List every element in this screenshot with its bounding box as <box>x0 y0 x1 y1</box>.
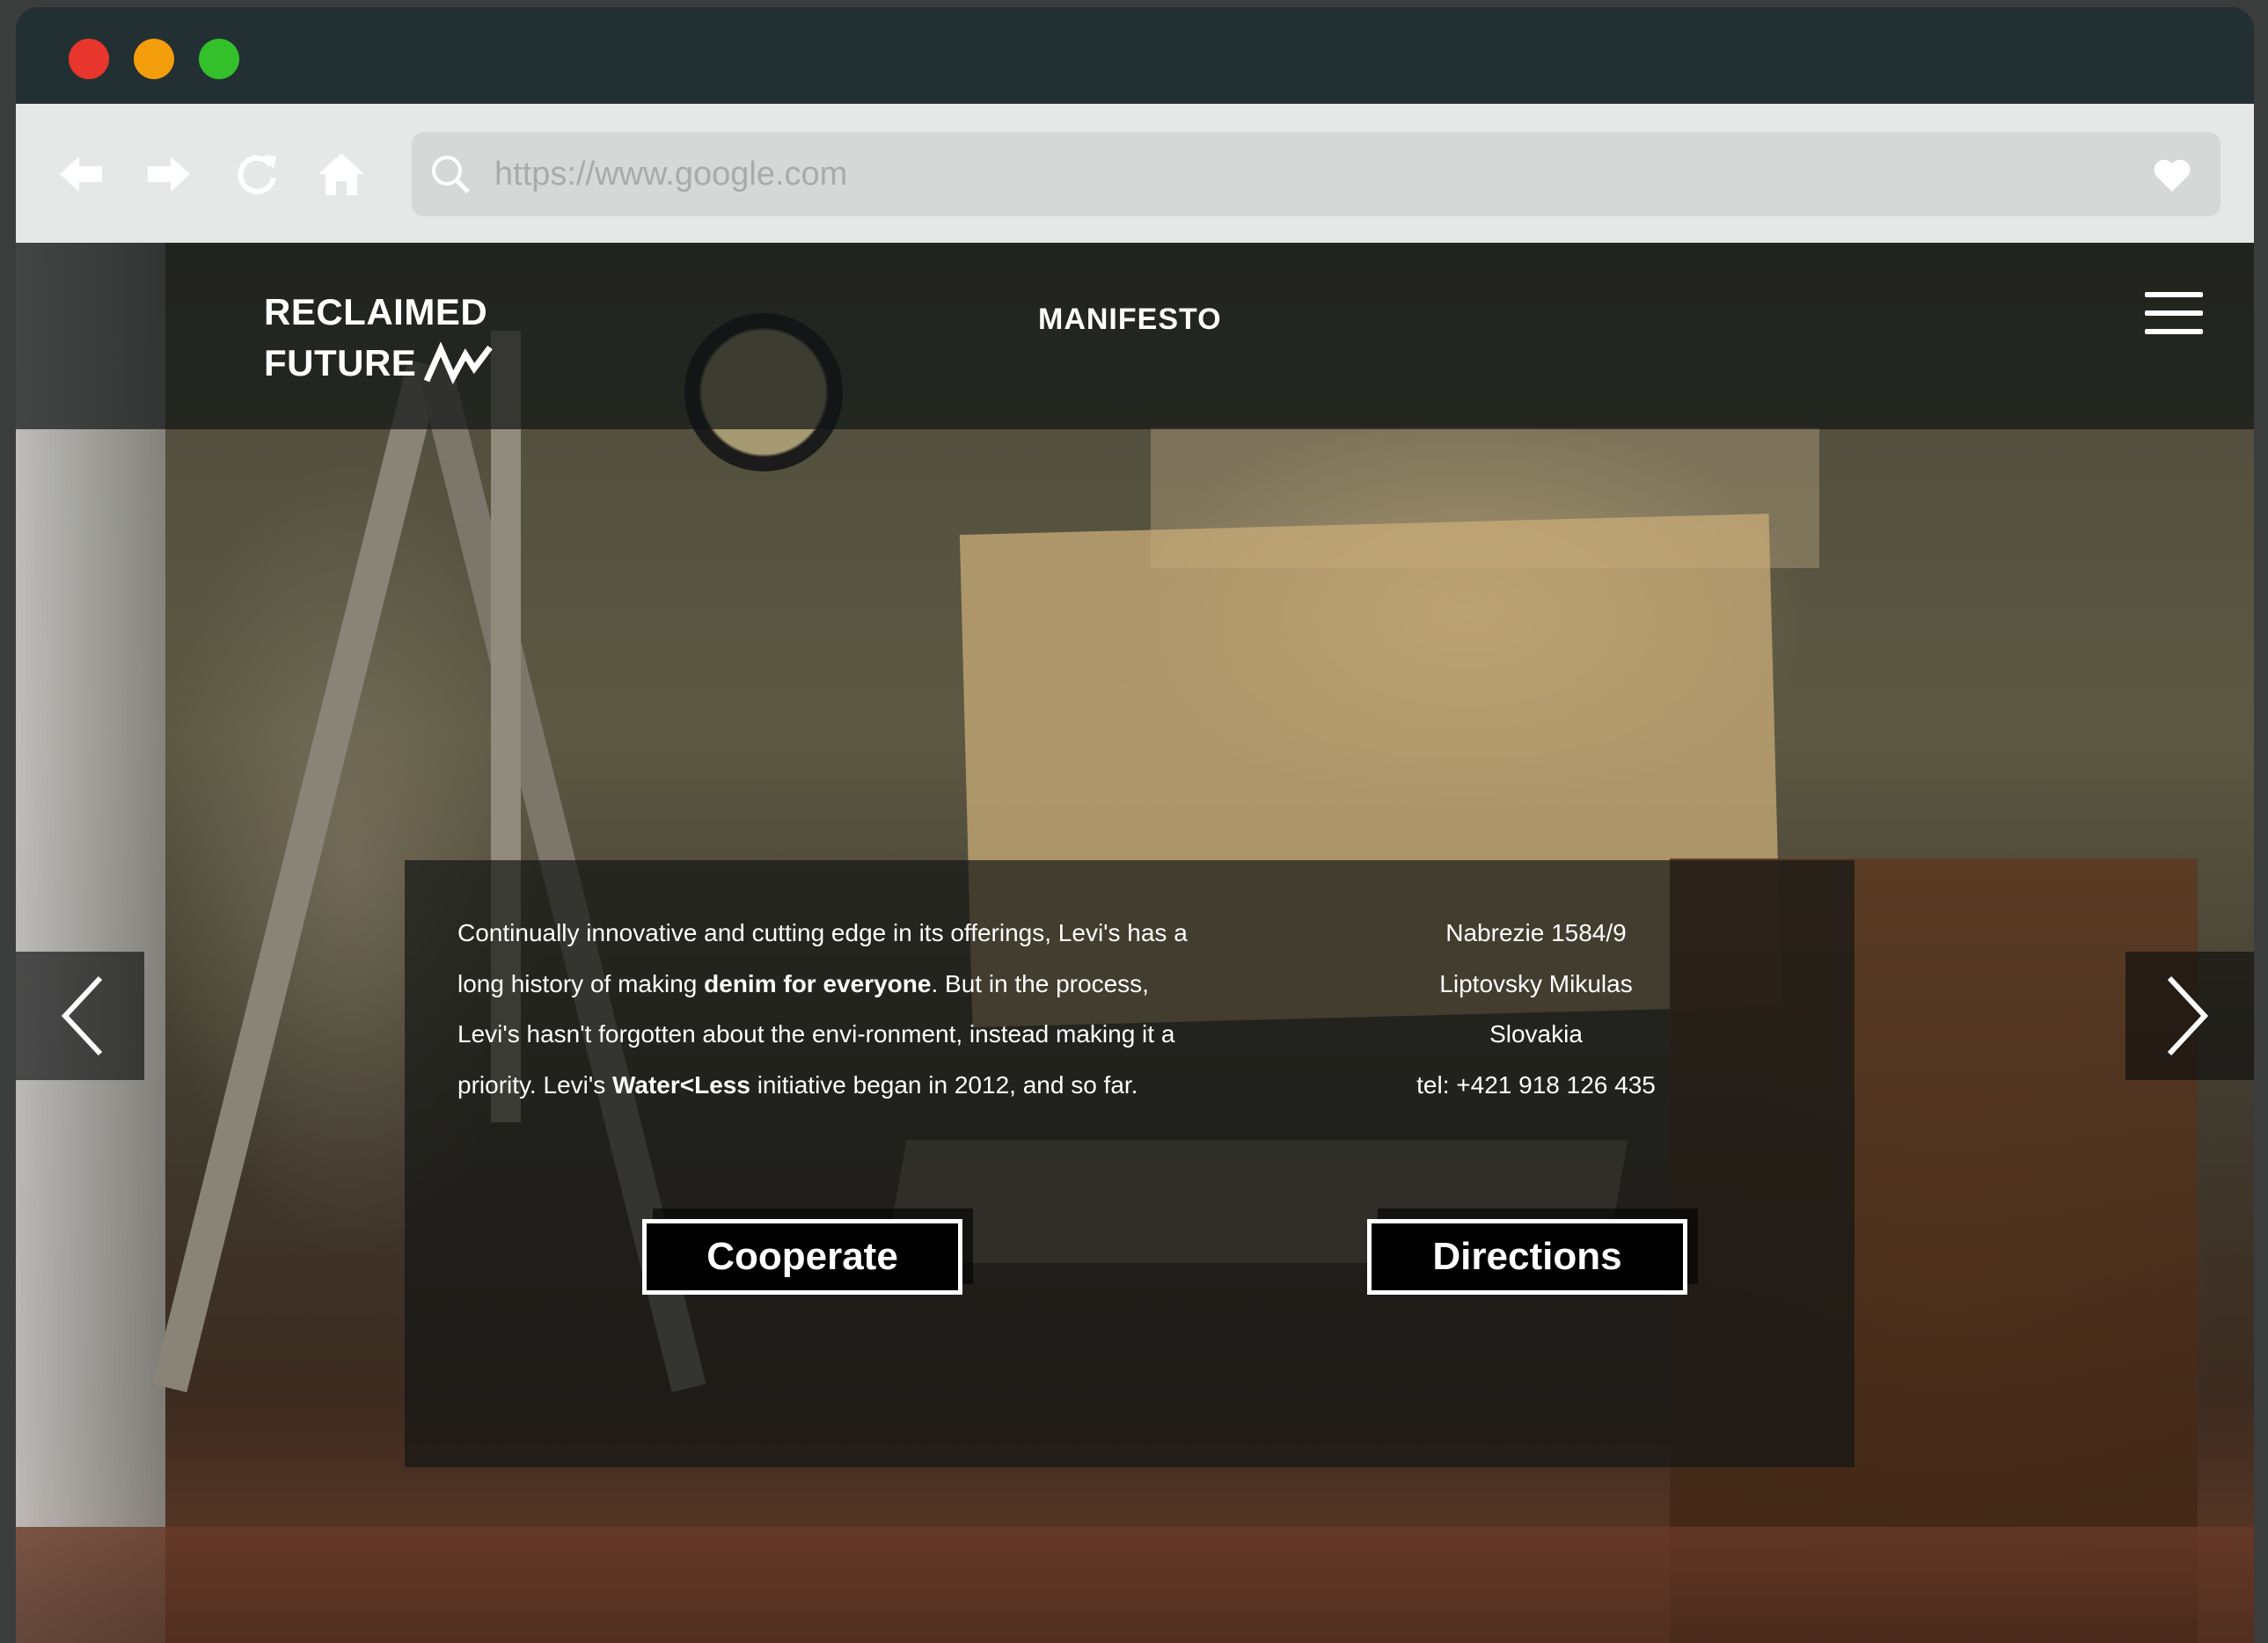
chevron-left-icon <box>61 975 103 1056</box>
browser-window: https://www.google.com RECLAIMED FUTURE … <box>16 7 2254 1643</box>
address-block: Nabrezie 1584/9 Liptovsky Mikulas Slovak… <box>1360 908 1712 1110</box>
description-bold: Water<Less <box>611 1070 750 1099</box>
description-part: initiative began in 2012, and so far. <box>750 1070 1138 1099</box>
slider-prev-button[interactable] <box>16 952 144 1080</box>
browser-toolbar: https://www.google.com <box>16 104 2254 243</box>
cooperate-button[interactable]: Cooperate <box>642 1219 962 1295</box>
info-panel: Continually innovative and cutting edge … <box>405 860 1855 1467</box>
home-icon <box>318 153 364 195</box>
forward-arrow-icon <box>148 157 190 192</box>
search-icon <box>432 156 470 194</box>
reload-button[interactable] <box>232 150 282 199</box>
address-city: Liptovsky Mikulas <box>1439 969 1633 997</box>
hamburger-menu-icon[interactable] <box>2145 292 2203 338</box>
directions-button[interactable]: Directions <box>1367 1219 1687 1295</box>
forward-button[interactable] <box>144 150 194 199</box>
maximize-window-button[interactable] <box>199 39 239 79</box>
description-bold: denim for everyone <box>704 969 932 997</box>
background-photo-door <box>16 243 165 1643</box>
slider-next-button[interactable] <box>2125 952 2254 1080</box>
address-street: Nabrezie 1584/9 <box>1445 919 1627 946</box>
logo-line2: FUTURE <box>264 342 417 383</box>
logo-line1: RECLAIMED <box>264 291 488 332</box>
minimize-window-button[interactable] <box>134 39 174 79</box>
back-arrow-icon <box>60 157 102 192</box>
nav-manifesto-link[interactable]: MANIFESTO <box>1038 303 1222 337</box>
close-window-button[interactable] <box>69 39 109 79</box>
address-country: Slovakia <box>1489 1020 1583 1048</box>
site-header: RECLAIMED FUTURE MANIFESTO <box>16 243 2254 429</box>
heart-icon[interactable] <box>2152 155 2192 195</box>
background-photo-easel-leg <box>152 359 443 1393</box>
title-bar <box>16 7 2254 104</box>
address-phone[interactable]: tel: +421 918 126 435 <box>1360 1060 1712 1111</box>
back-button[interactable] <box>56 150 106 199</box>
background-photo-floor <box>16 1527 2254 1643</box>
web-page: RECLAIMED FUTURE MANIFESTO Continually i… <box>16 243 2254 1643</box>
chevron-right-icon <box>2167 975 2209 1056</box>
home-button[interactable] <box>317 150 366 199</box>
address-bar[interactable]: https://www.google.com <box>412 132 2220 216</box>
reload-icon <box>238 155 276 194</box>
description-text: Continually innovative and cutting edge … <box>457 908 1214 1110</box>
site-logo[interactable]: RECLAIMED FUTURE <box>264 287 494 389</box>
logo-zigzag-icon <box>424 342 494 384</box>
url-text: https://www.google.com <box>494 156 848 193</box>
